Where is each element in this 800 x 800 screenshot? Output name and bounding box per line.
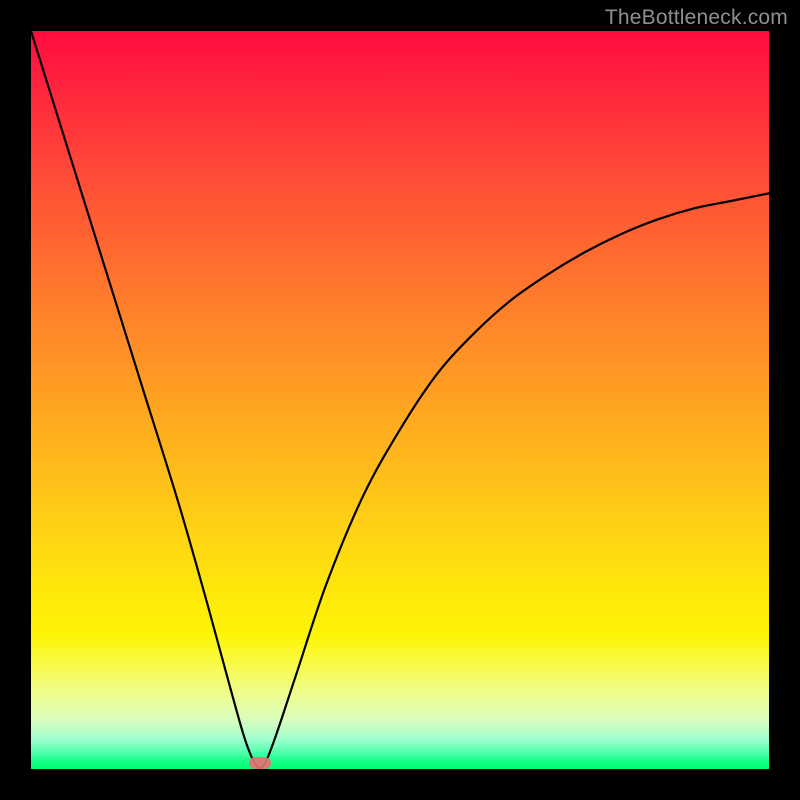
plot-area xyxy=(31,31,769,769)
curve-svg xyxy=(31,31,769,769)
minimum-marker xyxy=(249,757,271,769)
watermark-text: TheBottleneck.com xyxy=(605,6,788,30)
bottleneck-curve xyxy=(31,31,769,769)
